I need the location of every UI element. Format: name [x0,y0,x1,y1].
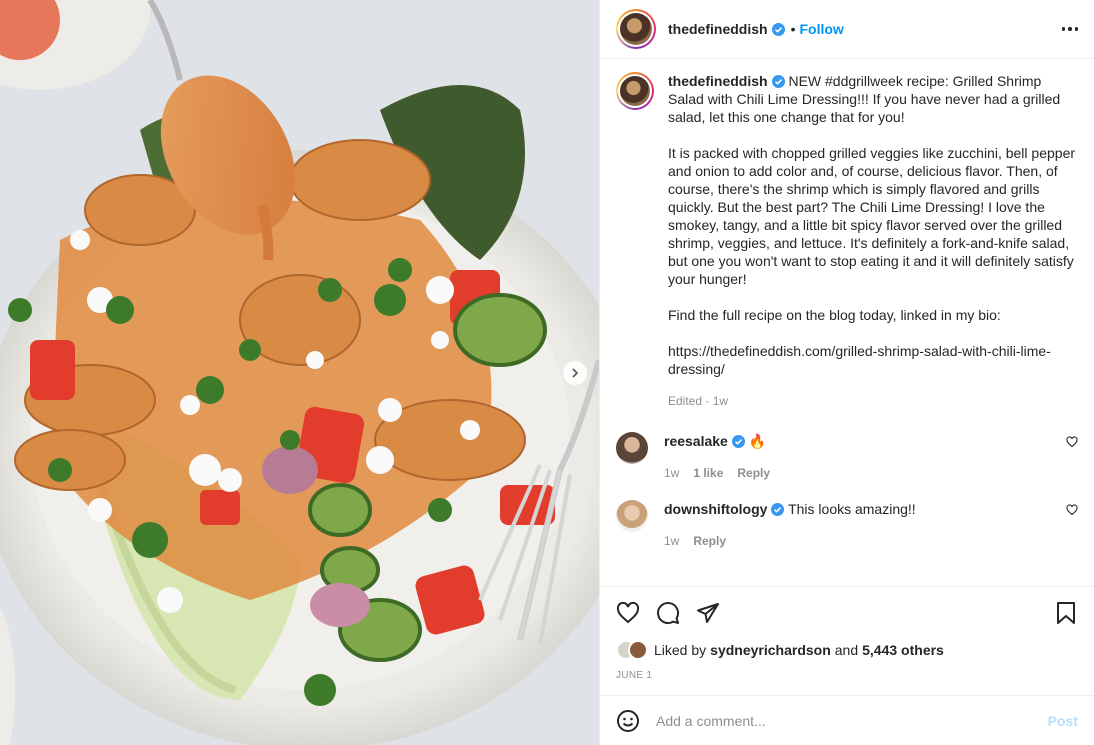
share-icon[interactable] [696,601,720,625]
post-side-panel: thedefineddish • Follow thedefineddish N… [599,0,1094,745]
action-icons [616,601,1078,625]
caption-text: thedefineddish NEW #ddgrillweek recipe: … [668,72,1078,410]
post-view: thedefineddish • Follow thedefineddish N… [0,0,1094,745]
caption-avatar[interactable] [616,72,654,110]
salad-image [0,0,599,745]
follow-button[interactable]: Follow [799,21,843,37]
likes-count[interactable]: 5,443 others [862,642,944,658]
comment-time[interactable]: 1w [664,532,679,550]
comment-item: downshiftology This looks amazing!! 1w R… [616,500,1078,550]
likes-summary: Liked by sydneyrichardson and 5,443 othe… [616,640,1078,660]
comment-username[interactable]: downshiftology [664,501,767,517]
caption-paragraph-1: It is packed with chopped grilled veggie… [668,145,1076,287]
post-button[interactable]: Post [1048,713,1078,729]
liked-by-label: Liked by [654,642,707,658]
caption-username[interactable]: thedefineddish [668,73,768,89]
reply-button[interactable]: Reply [693,532,726,550]
bookmark-icon[interactable] [1054,601,1078,625]
post-header: thedefineddish • Follow [600,0,1094,59]
comment-item: reesalake 🔥 1w 1 like Reply [616,432,1078,482]
comment-likes[interactable]: 1 like [693,464,723,482]
verified-icon [731,435,745,448]
emoji-icon[interactable] [616,709,640,733]
recipe-link[interactable]: https://thedefineddish.com/grilled-shrim… [668,342,1078,378]
verified-icon [771,22,785,36]
author-username[interactable]: thedefineddish [668,21,768,37]
comment-meta: 1w Reply [664,532,916,550]
liked-and: and [834,642,859,658]
comments-area[interactable]: thedefineddish NEW #ddgrillweek recipe: … [600,59,1094,586]
verified-icon [771,503,785,516]
comment-time[interactable]: 1w [664,464,679,482]
edited-timestamp: Edited · 1w [668,394,729,408]
separator-dot: • [790,21,796,37]
author-avatar[interactable] [616,9,656,49]
comment-icon[interactable] [656,601,680,625]
add-comment-bar: Post [600,695,1094,745]
next-photo-button[interactable] [563,361,587,385]
post-date[interactable]: June 1 [616,670,1078,681]
comment-meta: 1w 1 like Reply [664,464,770,482]
heart-icon[interactable] [616,601,640,625]
caption: thedefineddish NEW #ddgrillweek recipe: … [616,72,1078,410]
comment-avatar[interactable] [616,432,648,464]
comment-text: This looks amazing!! [788,501,916,517]
post-actions: Liked by sydneyrichardson and 5,443 othe… [600,586,1094,681]
comment-username[interactable]: reesalake [664,433,728,449]
liked-by-user[interactable]: sydneyrichardson [710,642,831,658]
more-icon[interactable] [1061,27,1078,31]
post-photo[interactable] [0,0,599,745]
verified-icon [771,75,785,88]
comment-text: 🔥 [748,433,767,449]
caption-paragraph-2: Find the full recipe on the blog today, … [668,307,1001,323]
comment-input[interactable] [656,712,1048,729]
comment-avatar[interactable] [616,500,648,532]
heart-icon[interactable] [1066,504,1078,516]
reply-button[interactable]: Reply [737,464,770,482]
liker-avatar[interactable] [628,640,648,660]
next-arrow-icon [572,368,579,378]
heart-icon[interactable] [1066,436,1078,448]
